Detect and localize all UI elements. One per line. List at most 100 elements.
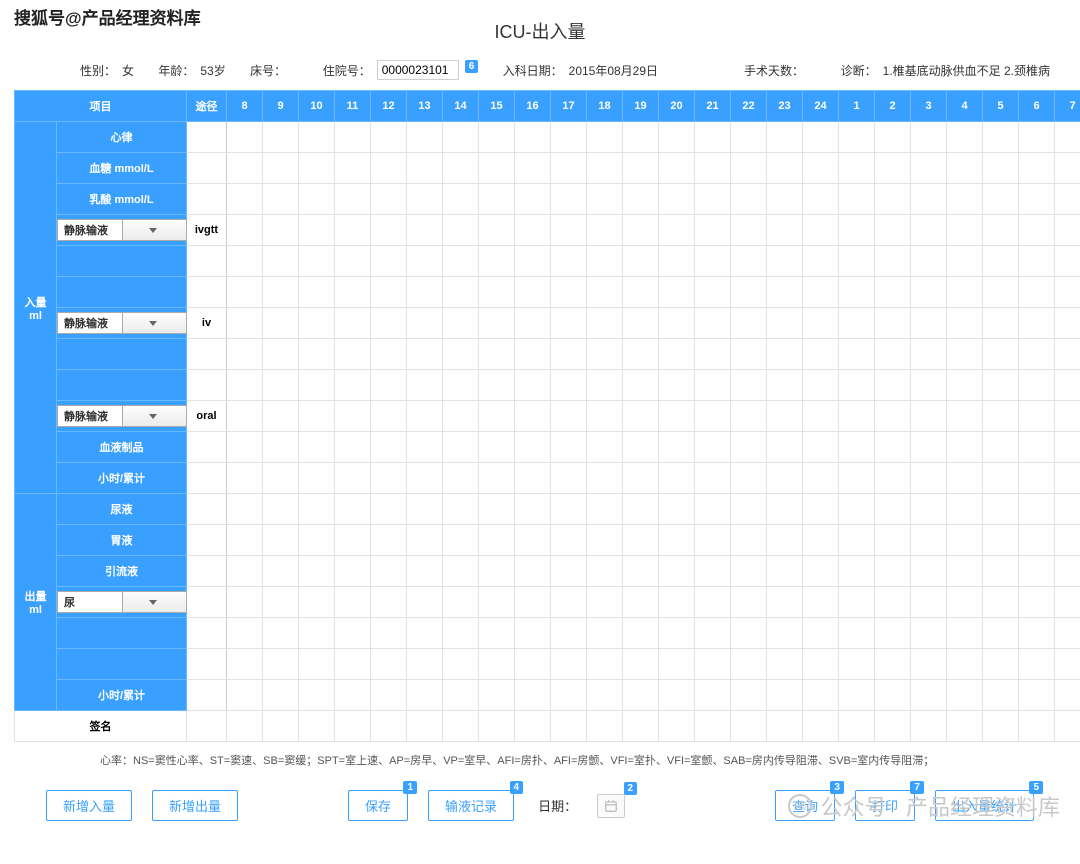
data-cell[interactable] <box>515 587 551 618</box>
data-cell[interactable] <box>803 463 839 494</box>
data-cell[interactable] <box>767 432 803 463</box>
data-cell[interactable] <box>1055 401 1080 432</box>
data-cell[interactable] <box>839 184 875 215</box>
data-cell[interactable] <box>839 494 875 525</box>
data-cell[interactable] <box>839 680 875 711</box>
data-cell[interactable] <box>263 308 299 339</box>
data-cell[interactable] <box>659 277 695 308</box>
data-cell[interactable] <box>479 246 515 277</box>
data-cell[interactable] <box>551 339 587 370</box>
data-cell[interactable] <box>623 649 659 680</box>
data-cell[interactable] <box>1019 370 1055 401</box>
data-cell[interactable] <box>479 339 515 370</box>
data-cell[interactable] <box>407 153 443 184</box>
data-cell[interactable] <box>911 339 947 370</box>
data-cell[interactable] <box>515 277 551 308</box>
data-cell[interactable] <box>1055 184 1080 215</box>
data-cell[interactable] <box>515 308 551 339</box>
data-cell[interactable] <box>659 246 695 277</box>
add-intake-button[interactable]: 新增入量 <box>46 790 132 821</box>
data-cell[interactable] <box>911 649 947 680</box>
save-button[interactable]: 保存1 <box>348 790 408 821</box>
data-cell[interactable] <box>947 401 983 432</box>
data-cell[interactable] <box>263 370 299 401</box>
data-cell[interactable] <box>263 525 299 556</box>
data-cell[interactable] <box>767 184 803 215</box>
data-cell[interactable] <box>479 184 515 215</box>
data-cell[interactable] <box>515 432 551 463</box>
data-cell[interactable] <box>587 153 623 184</box>
data-cell[interactable] <box>731 246 767 277</box>
data-cell[interactable] <box>299 432 335 463</box>
data-cell[interactable] <box>551 432 587 463</box>
data-cell[interactable] <box>659 463 695 494</box>
data-cell[interactable] <box>911 587 947 618</box>
data-cell[interactable] <box>299 339 335 370</box>
data-cell[interactable] <box>1055 680 1080 711</box>
data-cell[interactable] <box>443 432 479 463</box>
data-cell[interactable] <box>659 587 695 618</box>
data-cell[interactable] <box>767 370 803 401</box>
infusion-record-button[interactable]: 输液记录4 <box>428 790 514 821</box>
data-cell[interactable] <box>731 153 767 184</box>
data-cell[interactable] <box>299 308 335 339</box>
data-cell[interactable] <box>947 463 983 494</box>
data-cell[interactable] <box>371 711 407 742</box>
data-cell[interactable] <box>299 556 335 587</box>
data-cell[interactable] <box>443 277 479 308</box>
data-cell[interactable] <box>695 215 731 246</box>
data-cell[interactable] <box>587 246 623 277</box>
data-cell[interactable] <box>803 184 839 215</box>
data-cell[interactable] <box>479 215 515 246</box>
data-cell[interactable] <box>803 711 839 742</box>
data-cell[interactable] <box>551 277 587 308</box>
data-cell[interactable] <box>587 525 623 556</box>
data-cell[interactable] <box>659 525 695 556</box>
data-cell[interactable] <box>767 463 803 494</box>
data-cell[interactable] <box>1019 339 1055 370</box>
data-cell[interactable] <box>263 649 299 680</box>
data-cell[interactable] <box>587 463 623 494</box>
data-cell[interactable] <box>407 618 443 649</box>
route-select[interactable]: 尿 <box>57 591 187 613</box>
data-cell[interactable] <box>551 215 587 246</box>
data-cell[interactable] <box>1055 463 1080 494</box>
data-cell[interactable] <box>1019 463 1055 494</box>
data-cell[interactable] <box>623 308 659 339</box>
data-cell[interactable] <box>227 711 263 742</box>
data-cell[interactable] <box>407 556 443 587</box>
route-select[interactable]: 静脉输液 <box>57 405 187 427</box>
data-cell[interactable] <box>515 525 551 556</box>
data-cell[interactable] <box>731 494 767 525</box>
data-cell[interactable] <box>1055 525 1080 556</box>
data-cell[interactable] <box>731 556 767 587</box>
data-cell[interactable] <box>335 587 371 618</box>
data-cell[interactable] <box>479 494 515 525</box>
data-cell[interactable] <box>623 711 659 742</box>
data-cell[interactable] <box>875 308 911 339</box>
data-cell[interactable] <box>623 122 659 153</box>
data-cell[interactable] <box>443 587 479 618</box>
data-cell[interactable] <box>875 556 911 587</box>
data-cell[interactable] <box>299 215 335 246</box>
data-cell[interactable] <box>623 401 659 432</box>
data-cell[interactable] <box>983 711 1019 742</box>
data-cell[interactable] <box>767 401 803 432</box>
data-cell[interactable] <box>803 649 839 680</box>
data-cell[interactable] <box>803 246 839 277</box>
data-cell[interactable] <box>263 587 299 618</box>
data-cell[interactable] <box>551 184 587 215</box>
data-cell[interactable] <box>731 277 767 308</box>
data-cell[interactable] <box>263 618 299 649</box>
data-cell[interactable] <box>1055 618 1080 649</box>
data-cell[interactable] <box>767 215 803 246</box>
data-cell[interactable] <box>335 277 371 308</box>
data-cell[interactable] <box>371 463 407 494</box>
data-cell[interactable] <box>263 463 299 494</box>
data-cell[interactable] <box>695 463 731 494</box>
data-cell[interactable] <box>767 556 803 587</box>
data-cell[interactable] <box>659 556 695 587</box>
data-cell[interactable] <box>803 153 839 184</box>
data-cell[interactable] <box>515 122 551 153</box>
data-cell[interactable] <box>443 370 479 401</box>
